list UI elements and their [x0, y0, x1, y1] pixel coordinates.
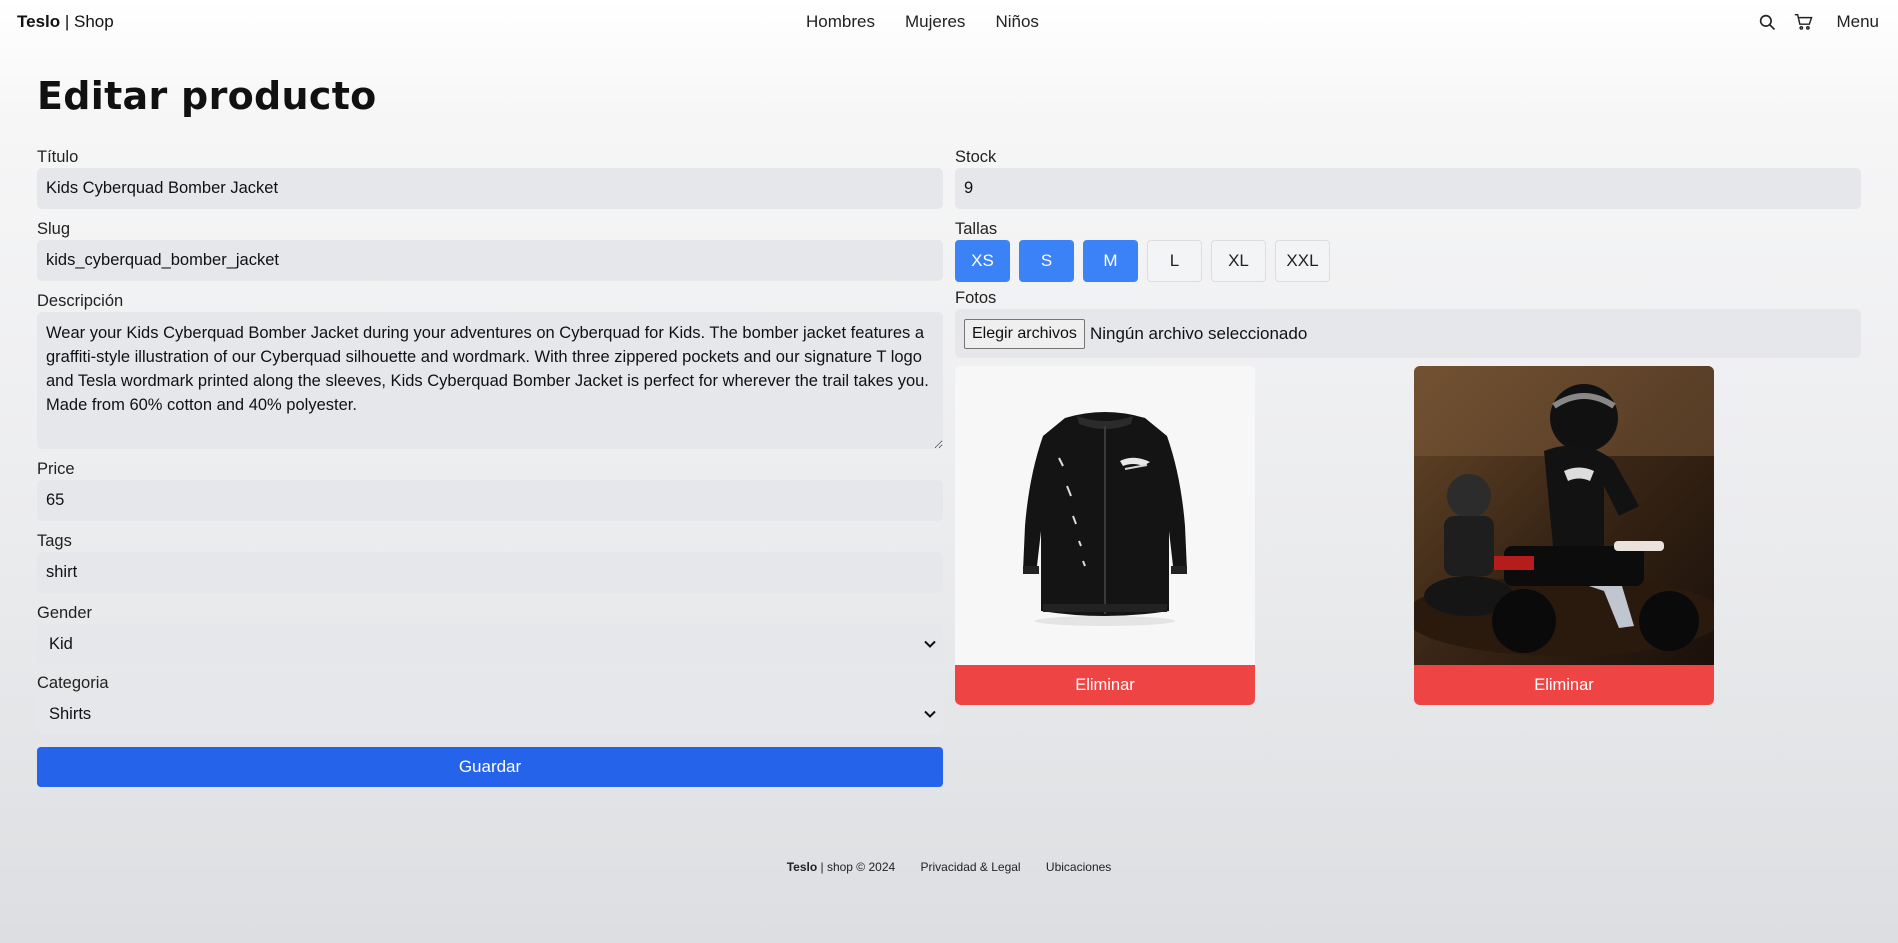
- nav-link-ninos[interactable]: Niños: [995, 12, 1038, 32]
- delete-photo-button[interactable]: Eliminar: [955, 665, 1255, 705]
- size-button-xxl[interactable]: XXL: [1275, 240, 1330, 282]
- product-form-left: Título Slug Descripción Wear your Kids C…: [37, 146, 943, 787]
- size-button-l[interactable]: L: [1147, 240, 1202, 282]
- gender-select-wrap: Kid: [37, 624, 943, 664]
- footer-brand: Teslo | shop © 2024: [787, 860, 895, 874]
- footer: Teslo | shop © 2024 Privacidad & Legal U…: [0, 860, 1898, 874]
- category-select-wrap: Shirts: [37, 694, 943, 734]
- price-input[interactable]: [37, 480, 943, 521]
- product-form-right: Stock Tallas XS S M L XL XXL Fotos Elegi…: [955, 146, 1861, 708]
- title-input[interactable]: [37, 168, 943, 209]
- footer-link-privacy[interactable]: Privacidad & Legal: [921, 860, 1021, 874]
- tags-input[interactable]: [37, 552, 943, 593]
- size-selector: XS S M L XL XXL: [955, 240, 1861, 282]
- nav-link-mujeres[interactable]: Mujeres: [905, 12, 965, 32]
- footer-brand-name: Teslo: [786, 860, 818, 874]
- product-image-jacket: [955, 366, 1255, 665]
- slug-label: Slug: [37, 220, 71, 238]
- footer-copyright: | shop © 2024: [817, 860, 896, 874]
- tags-label: Tags: [37, 532, 72, 550]
- description-textarea[interactable]: Wear your Kids Cyberquad Bomber Jacket d…: [37, 312, 943, 449]
- size-button-xs[interactable]: XS: [955, 240, 1010, 282]
- menu-button[interactable]: Menu: [1836, 12, 1879, 32]
- gender-label: Gender: [37, 604, 93, 622]
- photos-label: Fotos: [955, 289, 997, 307]
- photo-gallery: Eliminar Eliminar: [955, 366, 1861, 708]
- stock-label: Stock: [955, 148, 997, 166]
- brand-suffix: | Shop: [60, 12, 114, 31]
- photo-card: Eliminar: [1414, 366, 1714, 705]
- price-label: Price: [37, 460, 75, 478]
- nav-link-hombres[interactable]: Hombres: [806, 12, 875, 32]
- description-label: Descripción: [37, 292, 124, 310]
- stock-input[interactable]: [955, 168, 1861, 209]
- header-tools: Menu: [1742, 11, 1881, 33]
- brand-name: Teslo: [17, 12, 61, 31]
- size-button-xl[interactable]: XL: [1211, 240, 1266, 282]
- product-image-rider: [1414, 366, 1714, 665]
- sizes-label: Tallas: [955, 220, 998, 238]
- main-nav: Hombres Mujeres Niños: [806, 12, 1069, 32]
- category-select[interactable]: Shirts: [37, 694, 943, 734]
- photo-card: Eliminar: [955, 366, 1255, 705]
- gender-select[interactable]: Kid: [37, 624, 943, 664]
- slug-input[interactable]: [37, 240, 943, 281]
- page-title: Editar producto: [37, 74, 377, 118]
- brand-logo[interactable]: Teslo | Shop: [17, 12, 114, 32]
- size-button-s[interactable]: S: [1019, 240, 1074, 282]
- delete-photo-button[interactable]: Eliminar: [1414, 665, 1714, 705]
- cart-icon[interactable]: [1792, 11, 1814, 33]
- choose-files-button[interactable]: Elegir archivos: [964, 318, 1085, 349]
- file-input[interactable]: Elegir archivos Ningún archivo seleccion…: [955, 309, 1861, 358]
- save-button[interactable]: Guardar: [37, 747, 943, 787]
- title-label: Título: [37, 148, 79, 166]
- file-status: Ningún archivo seleccionado: [1089, 323, 1308, 343]
- size-button-m[interactable]: M: [1083, 240, 1138, 282]
- search-icon[interactable]: [1756, 11, 1778, 33]
- category-label: Categoria: [37, 674, 109, 692]
- footer-link-locations[interactable]: Ubicaciones: [1046, 860, 1111, 874]
